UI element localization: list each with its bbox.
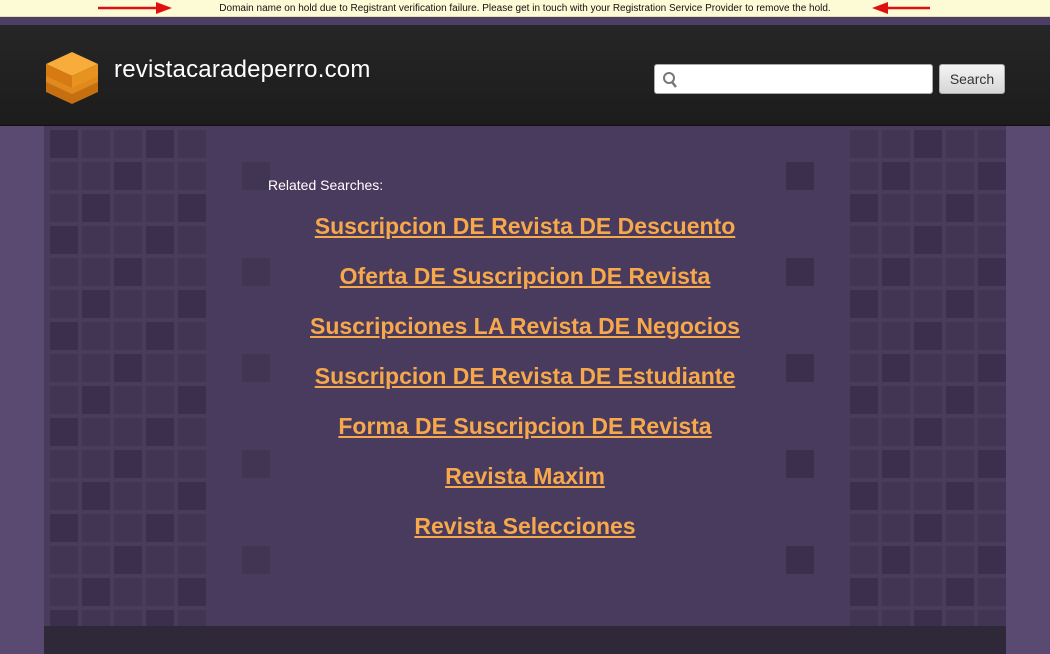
search-box[interactable]: [654, 64, 933, 94]
related-link[interactable]: Suscripcion DE Revista DE Descuento: [44, 209, 1006, 259]
site-title[interactable]: revistacaradeperro.com: [114, 56, 371, 84]
related-link[interactable]: Revista Selecciones: [44, 509, 1006, 559]
top-strip: [0, 17, 1050, 25]
layers-logo-icon: [46, 52, 98, 104]
arrow-left-icon: [872, 2, 930, 14]
related-link[interactable]: Suscripcion DE Revista DE Estudiante: [44, 359, 1006, 409]
main-content: Related Searches: Suscripcion DE Revista…: [44, 126, 1006, 626]
related-link[interactable]: Revista Maxim: [44, 459, 1006, 509]
search-button[interactable]: Search: [939, 64, 1005, 94]
hold-notice-bar: Domain name on hold due to Registrant ve…: [0, 0, 1050, 17]
site-header: revistacaradeperro.com Search: [0, 25, 1050, 126]
related-link[interactable]: Suscripciones LA Revista DE Negocios: [44, 309, 1006, 359]
related-searches-section: Related Searches: Suscripcion DE Revista…: [44, 126, 1006, 626]
related-link[interactable]: Forma DE Suscripcion DE Revista: [44, 409, 1006, 459]
search-icon: [663, 72, 677, 88]
footer-bar: [44, 626, 1006, 654]
hold-notice-text: Domain name on hold due to Registrant ve…: [219, 3, 831, 14]
related-links-list: Suscripcion DE Revista DE Descuento Ofer…: [44, 209, 1006, 559]
related-link[interactable]: Oferta DE Suscripcion DE Revista: [44, 259, 1006, 309]
arrow-right-icon: [98, 2, 172, 14]
search-input[interactable]: [683, 67, 928, 91]
related-searches-label: Related Searches:: [268, 177, 384, 193]
